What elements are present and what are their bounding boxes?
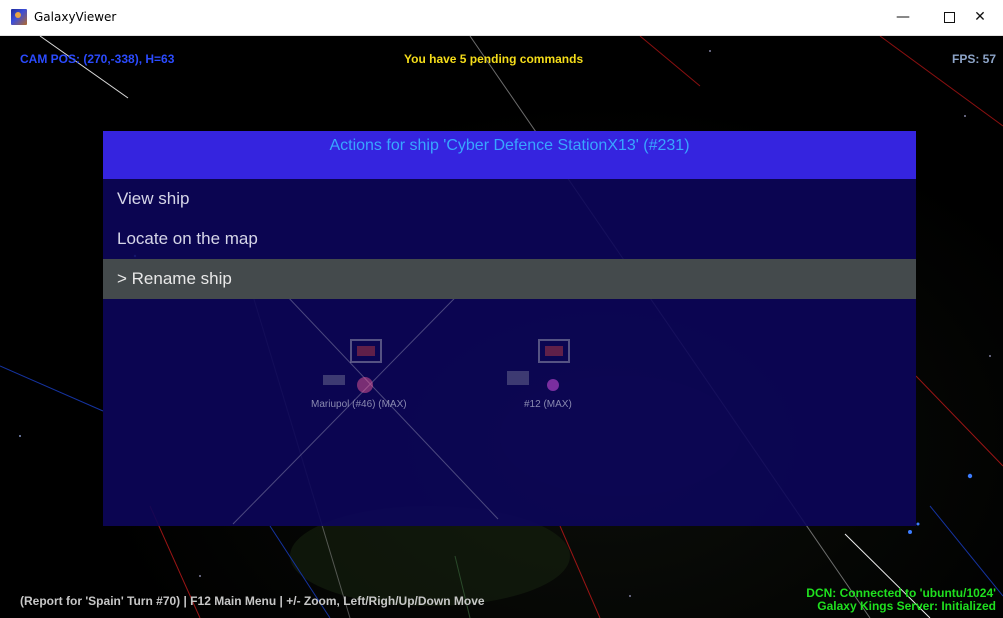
menu-item-view-ship[interactable]: View ship xyxy=(103,179,916,219)
minimize-button[interactable]: — xyxy=(880,0,926,35)
planet-mariupol-icon xyxy=(323,339,382,393)
app-icon xyxy=(11,9,27,25)
connection-status: DCN: Connected to 'ubuntu/1024' Galaxy K… xyxy=(806,587,996,613)
maximize-icon xyxy=(943,11,955,23)
planet-12-icon xyxy=(507,339,570,391)
camera-position: CAM POS: (270,-338), H=63 xyxy=(20,52,175,66)
fps-counter: FPS: 57 xyxy=(951,52,996,66)
window-title: GalaxyViewer xyxy=(34,10,117,24)
menu-item-rename-ship[interactable]: > Rename ship xyxy=(103,259,916,299)
ship-actions-dialog: Actions for ship 'Cyber Defence StationX… xyxy=(103,131,916,526)
dialog-title: Actions for ship 'Cyber Defence StationX… xyxy=(103,131,916,179)
menu-item-locate-on-map[interactable]: Locate on the map xyxy=(103,219,916,259)
galaxy-map[interactable]: CAM POS: (270,-338), H=63 You have 5 pen… xyxy=(0,36,1003,618)
server-status-line: Galaxy Kings Server: Initialized xyxy=(817,599,996,613)
planet-label: #12 (MAX) xyxy=(524,399,572,410)
pending-commands-notice: You have 5 pending commands xyxy=(404,52,584,66)
planet-label: Mariupol (#46) (MAX) xyxy=(311,399,407,410)
close-button[interactable]: ✕ xyxy=(957,0,1003,35)
status-bar-report: (Report for 'Spain' Turn #70) | F12 Main… xyxy=(20,594,485,608)
title-bar: GalaxyViewer — ✕ xyxy=(0,0,1003,36)
